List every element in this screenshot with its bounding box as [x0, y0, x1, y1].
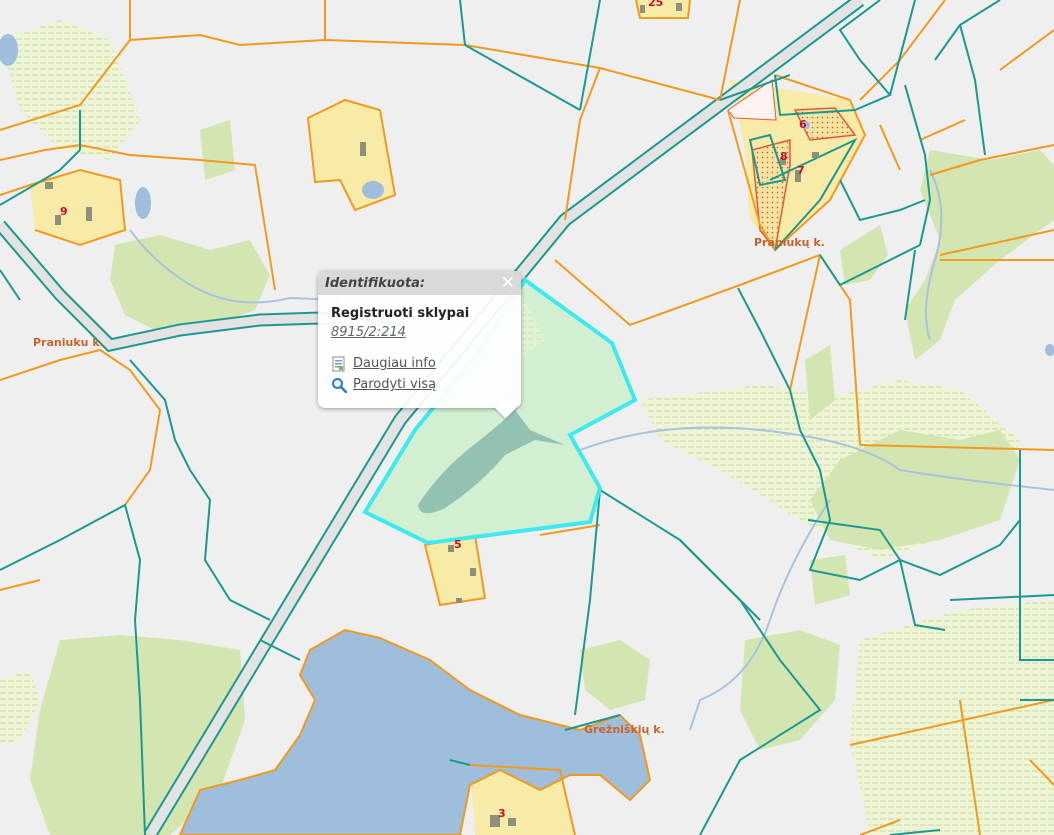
popup-actions: Daugiau info Parodyti visą	[331, 353, 508, 395]
place-label-grezniskiu-village: Grežniškių k.	[584, 723, 665, 736]
place-label-praniuku-west: Praniuku k.	[33, 336, 104, 349]
plot-number: 9	[60, 205, 68, 218]
identify-popup: Identifikuota: ✕ Registruoti sklypai 891…	[318, 271, 521, 408]
magnifier-icon	[332, 377, 347, 393]
layer-name: Registruoti sklypai	[331, 306, 470, 321]
plot-number: 25	[648, 0, 664, 9]
plot-number: 6	[799, 118, 807, 131]
plot-number: 8	[780, 150, 788, 163]
document-icon	[332, 356, 345, 371]
popup-body: Registruoti sklypai 8915/2:214 Daugiau i…	[318, 295, 521, 395]
show-all-link[interactable]: Parodyti visą	[331, 374, 508, 395]
place-label-praniuku-village: Praniukų k.	[754, 236, 825, 249]
parcel-id-link[interactable]: 8915/2:214	[331, 325, 406, 340]
plot-number: 5	[454, 538, 462, 551]
more-info-link[interactable]: Daugiau info	[331, 353, 508, 374]
plot-number: 3	[498, 807, 506, 820]
show-all-label: Parodyti visą	[353, 377, 437, 392]
popup-title: Identifikuota:	[325, 275, 426, 291]
popup-header: Identifikuota: ✕	[318, 271, 521, 295]
map-canvas[interactable]	[0, 0, 1054, 835]
close-icon[interactable]: ✕	[501, 274, 515, 292]
more-info-label: Daugiau info	[353, 356, 436, 371]
plot-number: 7	[797, 164, 805, 177]
